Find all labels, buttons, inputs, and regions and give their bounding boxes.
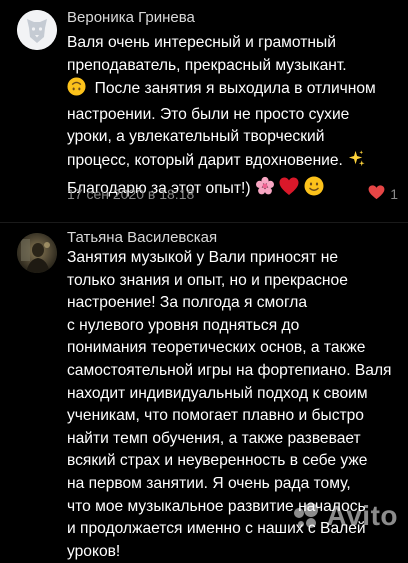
heart-icon (368, 185, 385, 203)
comment-line: Валя очень интересный и грамотный (67, 34, 336, 51)
comment-line-with-emoji: После занятия я выходила в отличном (67, 77, 402, 104)
cherry-blossom-icon (255, 176, 275, 204)
sparkles-icon (347, 149, 366, 176)
comment-line: Занятия музыкой у Вали приносят не (67, 249, 338, 266)
comment-text: Валя очень интересный и грамотный препод… (67, 32, 402, 203)
red-heart-icon (279, 177, 299, 204)
author-avatar[interactable] (17, 10, 57, 50)
comment-line: ученикам, что помогает плавно и быстро (67, 407, 364, 425)
comment-item: Татьяна Василевская Занятия музыкой у Ва… (0, 222, 408, 560)
comment-line: уроков! (67, 542, 121, 560)
avito-wordmark: Avito (326, 500, 398, 531)
comment-line: с нулевого уровня подняться до (67, 316, 300, 334)
comment-line: настроение! За полгода я смогла (67, 294, 308, 312)
comment-line-text: процесс, который дарит вдохновение. (67, 151, 343, 169)
comment-line: только знания и опыт, но и прекрасное (67, 271, 348, 289)
comment-line: на первом занятии. Я очень рада тому, (67, 474, 351, 492)
comment-line: понимания теоретических основ, а также (67, 339, 366, 357)
comment-line: находит индивидуальный подход к своим (67, 384, 368, 402)
vk-dog-avatar-icon (17, 10, 57, 50)
comment-line-with-emoji: процесс, который дарит вдохновение. (67, 149, 402, 176)
smiling-face-icon (304, 176, 324, 204)
comment-line: преподаватель, прекрасный музыкант. (67, 56, 347, 74)
comment-author[interactable]: Вероника Гринева (67, 9, 195, 26)
comment-author[interactable]: Татьяна Василевская (67, 229, 217, 246)
comment-line: настроении. Это были не просто сухие (67, 105, 350, 123)
avito-watermark: Avito (291, 500, 398, 532)
comment-line: уроки, а увлекательный творческий (67, 128, 325, 146)
user-photo-avatar (17, 233, 57, 273)
comment-line: всякий страх и неуверенность в себе уже (67, 452, 368, 470)
upside-down-face-icon (67, 77, 86, 104)
comment-timestamp: 17 сен 2020 в 18:18 (67, 186, 195, 202)
comment-line: найти темп обучения, а также развевает (67, 429, 361, 447)
like-count: 1 (390, 186, 398, 202)
comment-line-text: После занятия я выходила в отличном (94, 80, 376, 98)
author-avatar[interactable] (17, 233, 57, 273)
avito-logo-icon (293, 503, 318, 528)
comment-item: Вероника Гринева Валя очень интересный и… (0, 0, 408, 222)
comment-line: самостоятельной игры на фортепиано. Валя (67, 361, 392, 379)
like-button[interactable]: 1 (368, 185, 398, 203)
